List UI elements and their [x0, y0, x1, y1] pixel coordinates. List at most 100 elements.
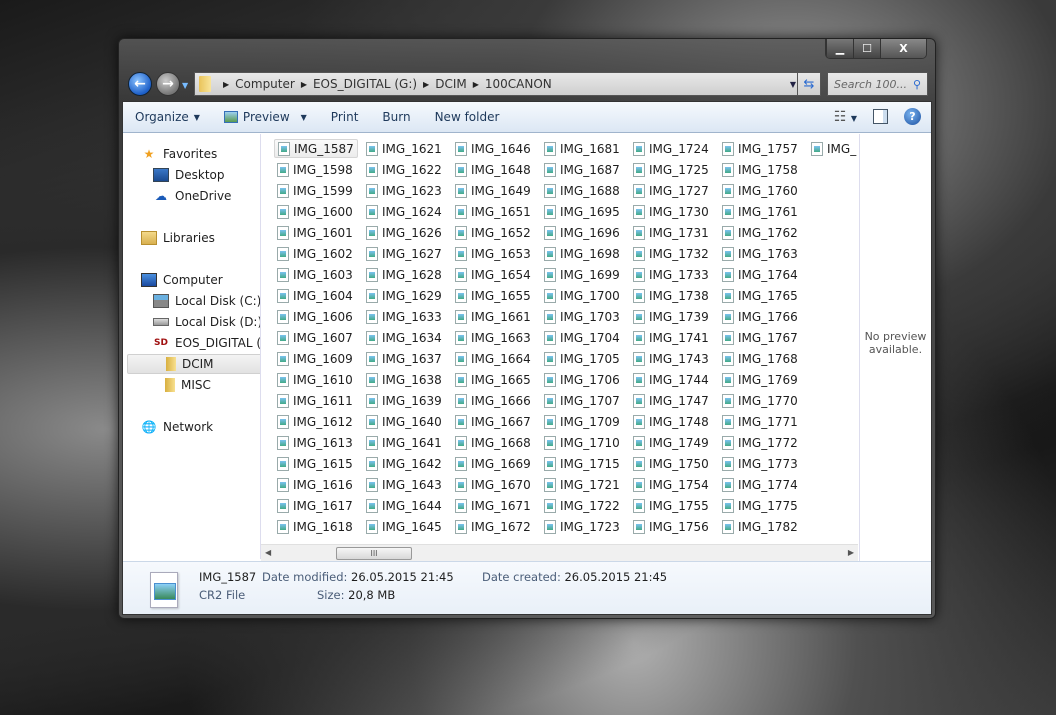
file-item[interactable]: IMG_1655	[452, 286, 534, 305]
nav-local-disk-d[interactable]: Local Disk (D:)	[153, 312, 260, 332]
file-item[interactable]: IMG_1626	[363, 223, 445, 242]
nav-favorites[interactable]: ★ Favorites	[141, 144, 260, 164]
file-item[interactable]: IMG_1666	[452, 391, 534, 410]
file-item[interactable]: IMG_1747	[630, 391, 712, 410]
help-icon[interactable]: ?	[904, 108, 921, 125]
file-item[interactable]: IMG_1645	[363, 517, 445, 536]
file-item[interactable]: IMG_1609	[274, 349, 356, 368]
forward-button[interactable]: →	[156, 72, 180, 96]
new-folder-button[interactable]: New folder	[423, 102, 512, 132]
file-item[interactable]: IMG_1732	[630, 244, 712, 263]
burn-button[interactable]: Burn	[370, 102, 422, 132]
maximize-button[interactable]: ☐	[853, 39, 880, 58]
file-item[interactable]: IMG_1668	[452, 433, 534, 452]
change-view-icon[interactable]: ☷ ▼	[834, 109, 857, 125]
file-item[interactable]: IMG_1627	[363, 244, 445, 263]
file-item[interactable]: IMG_1623	[363, 181, 445, 200]
file-item[interactable]: IMG_1757	[719, 139, 801, 158]
scroll-left-icon[interactable]: ◀	[265, 548, 271, 557]
file-item[interactable]: IMG_1621	[363, 139, 445, 158]
minimize-button[interactable]: ▁	[826, 39, 853, 58]
file-item[interactable]: IMG_1707	[541, 391, 623, 410]
file-item[interactable]: IMG_1649	[452, 181, 534, 200]
file-item[interactable]: IMG_1628	[363, 265, 445, 284]
file-item[interactable]: IMG_1761	[719, 202, 801, 221]
file-item[interactable]: IMG_1770	[719, 391, 801, 410]
file-item[interactable]: IMG_1772	[719, 433, 801, 452]
file-item[interactable]: IMG_1661	[452, 307, 534, 326]
nav-dcim[interactable]: DCIM	[127, 354, 260, 374]
file-item[interactable]: IMG_1665	[452, 370, 534, 389]
file-item[interactable]: IMG_1607	[274, 328, 356, 347]
file-item[interactable]: IMG_1637	[363, 349, 445, 368]
file-item[interactable]: IMG_1748	[630, 412, 712, 431]
refresh-button[interactable]: ⇆	[797, 72, 821, 96]
file-item[interactable]: IMG_1762	[719, 223, 801, 242]
file-item[interactable]: IMG_1706	[541, 370, 623, 389]
preview-pane-toggle-icon[interactable]	[873, 109, 888, 124]
file-item[interactable]: IMG_1741	[630, 328, 712, 347]
file-item[interactable]: IMG_1750	[630, 454, 712, 473]
file-item[interactable]: IMG_1698	[541, 244, 623, 263]
file-item[interactable]: IMG_1744	[630, 370, 712, 389]
file-item[interactable]: IMG_1640	[363, 412, 445, 431]
file-item[interactable]: IMG_1604	[274, 286, 356, 305]
file-item[interactable]: IMG_1782	[719, 517, 801, 536]
breadcrumb-100canon[interactable]: ▶ 100CANON	[467, 77, 552, 91]
file-item[interactable]: IMG_1654	[452, 265, 534, 284]
file-item[interactable]: IMG_1703	[541, 307, 623, 326]
file-item[interactable]: IMG_1765	[719, 286, 801, 305]
file-item[interactable]: IMG_1615	[274, 454, 356, 473]
nav-network[interactable]: 🌐 Network	[141, 417, 260, 437]
file-item[interactable]: IMG_1710	[541, 433, 623, 452]
breadcrumb-dcim[interactable]: ▶ DCIM	[417, 77, 467, 91]
file-item[interactable]: IMG_1709	[541, 412, 623, 431]
file-item[interactable]: IMG_1599	[274, 181, 356, 200]
file-item[interactable]: IMG_1633	[363, 307, 445, 326]
file-item[interactable]: IMG_1749	[630, 433, 712, 452]
nav-local-disk-c[interactable]: Local Disk (C:)	[153, 291, 260, 311]
file-item[interactable]: IMG_1724	[630, 139, 712, 158]
file-item[interactable]: IMG_1663	[452, 328, 534, 347]
address-bar[interactable]: ▶ Computer ▶ EOS_DIGITAL (G:) ▶ DCIM ▶ 100CA…	[194, 72, 821, 96]
file-item[interactable]: IMG_1653	[452, 244, 534, 263]
file-item[interactable]: IMG_1600	[274, 202, 356, 221]
file-item[interactable]: IMG_1611	[274, 391, 356, 410]
file-item[interactable]: IMG_1705	[541, 349, 623, 368]
file-item[interactable]: IMG_	[808, 139, 858, 158]
file-item[interactable]: IMG_1670	[452, 475, 534, 494]
back-button[interactable]: ←	[128, 72, 152, 96]
file-item[interactable]: IMG_1722	[541, 496, 623, 515]
nav-misc[interactable]: MISC	[165, 375, 260, 395]
file-item[interactable]: IMG_1774	[719, 475, 801, 494]
file-item[interactable]: IMG_1725	[630, 160, 712, 179]
file-item[interactable]: IMG_1641	[363, 433, 445, 452]
file-item[interactable]: IMG_1642	[363, 454, 445, 473]
file-item[interactable]: IMG_1754	[630, 475, 712, 494]
file-item[interactable]: IMG_1634	[363, 328, 445, 347]
address-dropdown[interactable]: ▼	[790, 80, 796, 89]
horizontal-scrollbar[interactable]: ◀ III ▶	[261, 544, 858, 561]
file-item[interactable]: IMG_1601	[274, 223, 356, 242]
file-item[interactable]: IMG_1738	[630, 286, 712, 305]
file-item[interactable]: IMG_1767	[719, 328, 801, 347]
file-item[interactable]: IMG_1760	[719, 181, 801, 200]
file-item[interactable]: IMG_1667	[452, 412, 534, 431]
file-item[interactable]: IMG_1587	[274, 139, 358, 158]
print-button[interactable]: Print	[319, 102, 371, 132]
file-item[interactable]: IMG_1616	[274, 475, 356, 494]
file-item[interactable]: IMG_1733	[630, 265, 712, 284]
file-item[interactable]: IMG_1624	[363, 202, 445, 221]
file-item[interactable]: IMG_1688	[541, 181, 623, 200]
file-item[interactable]: IMG_1704	[541, 328, 623, 347]
file-item[interactable]: IMG_1771	[719, 412, 801, 431]
file-item[interactable]: IMG_1613	[274, 433, 356, 452]
file-item[interactable]: IMG_1617	[274, 496, 356, 515]
file-item[interactable]: IMG_1669	[452, 454, 534, 473]
file-item[interactable]: IMG_1610	[274, 370, 356, 389]
file-item[interactable]: IMG_1695	[541, 202, 623, 221]
file-item[interactable]: IMG_1730	[630, 202, 712, 221]
file-item[interactable]: IMG_1731	[630, 223, 712, 242]
nav-desktop[interactable]: Desktop	[153, 165, 260, 185]
file-item[interactable]: IMG_1721	[541, 475, 623, 494]
